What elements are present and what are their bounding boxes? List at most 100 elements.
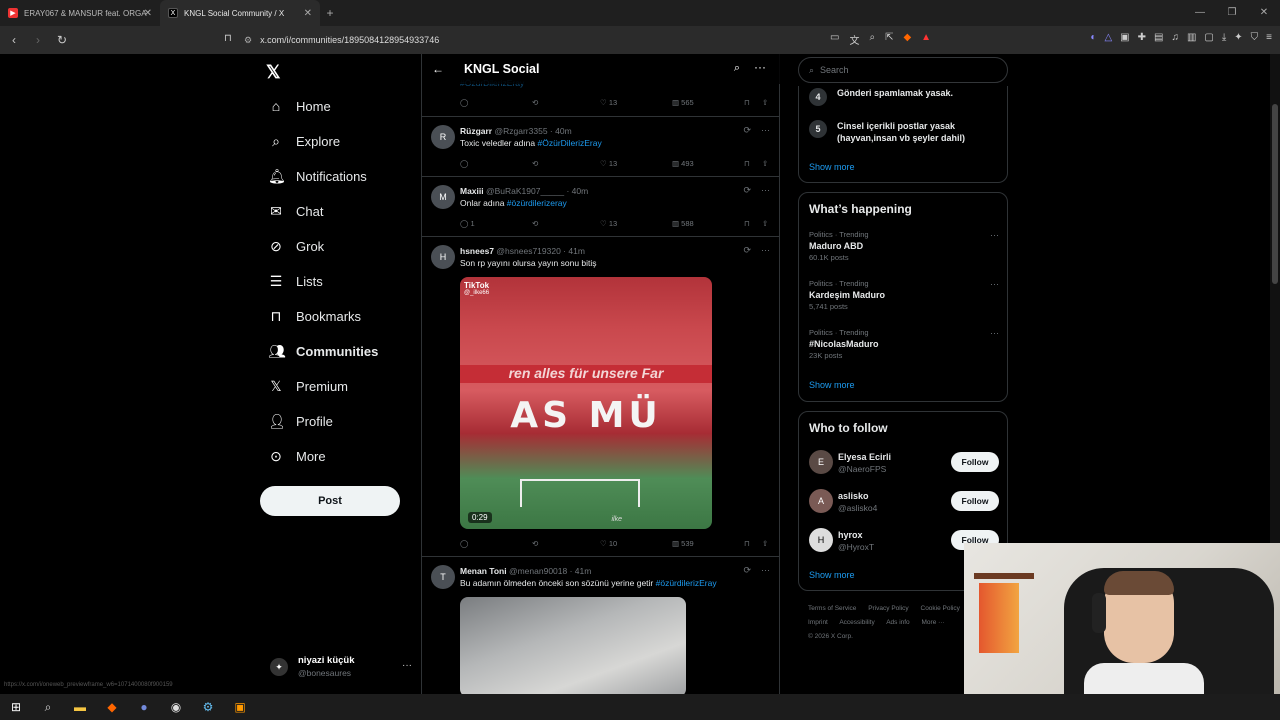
retweet-icon[interactable]: ⟲ (532, 159, 538, 168)
footer-link[interactable]: Imprint (808, 619, 828, 626)
obs-icon[interactable]: ◉ (160, 700, 192, 714)
scrollbar-thumb[interactable] (1272, 104, 1278, 284)
translate-icon[interactable]: 文 (849, 32, 859, 47)
nav-item-grok[interactable]: ⊘ Grok (268, 238, 324, 255)
window-close-icon[interactable]: ✕ (1248, 0, 1280, 26)
restore-icon[interactable]: ❐ (1216, 0, 1248, 26)
reply-icon[interactable]: ◯ 1 (460, 219, 475, 228)
screen-icon[interactable]: ▭ (830, 32, 839, 47)
show-more-link[interactable]: Show more (809, 570, 855, 580)
tweet[interactable]: H hsnees7 @hsnees719320 · 41m ⟳ ··· Son r… (422, 237, 780, 557)
search-icon[interactable]: ⌕ (32, 700, 64, 715)
share-icon[interactable]: ⇧ (762, 159, 768, 168)
nav-item-profile[interactable]: 👤︎ Profile (268, 413, 333, 430)
follow-suggestion[interactable]: A aslisko @aslisko4 Follow (809, 489, 999, 517)
steam-icon[interactable]: ⚙ (192, 700, 224, 714)
nav-item-home[interactable]: ⌂ Home (268, 98, 331, 114)
avatar[interactable]: H (431, 245, 455, 269)
show-more-link[interactable]: Show more (809, 380, 855, 390)
share-icon[interactable]: ⇧ (762, 219, 768, 228)
download-icon[interactable]: ⤓ (1222, 32, 1226, 43)
tweet[interactable]: T Menan Toni @menan90018 · 41m ⟳ ··· Bu a… (422, 557, 780, 694)
close-icon[interactable]: ✕ (144, 8, 152, 19)
more-icon[interactable]: ··· (402, 660, 412, 671)
tweet[interactable]: R Rüzgarr @Rzgarr3355 · 40m ⟳ ··· Toxic v… (422, 117, 780, 177)
nav-item-notifications[interactable]: 🔔︎ Notifications (268, 168, 367, 185)
footer-link[interactable]: Accessibility (839, 619, 874, 626)
forward-icon[interactable]: › (28, 33, 48, 47)
brave-rewards-icon[interactable]: ▲ (921, 32, 931, 47)
more-icon[interactable]: ··· (990, 328, 999, 338)
back-icon[interactable]: ‹ (4, 33, 24, 47)
footer-link[interactable]: Terms of Service (808, 605, 856, 612)
extension-icon[interactable]: ▤ (1154, 32, 1163, 43)
wallet-icon[interactable]: ▢ (1204, 32, 1213, 43)
views-icon[interactable]: ▥ 493 (672, 159, 694, 168)
bookmark-icon[interactable]: ⊓ (744, 98, 750, 107)
brave-browser-icon[interactable]: ◆ (96, 700, 128, 714)
more-icon[interactable]: ··· (761, 125, 770, 136)
music-icon[interactable]: ♫ (1171, 32, 1179, 43)
follow-suggestion[interactable]: E Elyesa Ecirli @NaeroFPS Follow (809, 450, 999, 478)
more-icon[interactable]: ··· (754, 60, 766, 74)
footer-link[interactable]: Privacy Policy (868, 605, 908, 612)
trend-item[interactable]: Politics · Trending Maduro ABD 60.1K pos… (809, 230, 999, 262)
bookmark-icon[interactable]: ⊓ (744, 219, 750, 228)
search-input[interactable]: ⌕ Search (798, 57, 1008, 83)
zoom-icon[interactable]: ⌕ (869, 32, 875, 47)
nav-item-communities[interactable]: 👥︎ Communities (268, 343, 378, 360)
tweet-video[interactable]: TikTok @_ilke66 ren alles für unsere Far … (460, 277, 712, 529)
views-icon[interactable]: ▥ 539 (672, 539, 694, 548)
sidebar-icon[interactable]: ▥ (1187, 32, 1196, 43)
share-icon[interactable]: ⇧ (762, 539, 768, 548)
extension-icon[interactable]: △ (1104, 32, 1112, 43)
site-info-icon[interactable]: ⚙ (244, 35, 252, 46)
windows-start-icon[interactable]: ⊞ (0, 700, 32, 714)
browser-tab-1[interactable]: ▶ ERAY067 & MANSUR feat. ORGA ✕ (0, 0, 160, 26)
extension-icon[interactable]: ▣ (1120, 32, 1129, 43)
like-icon[interactable]: ♡ 13 (600, 159, 617, 168)
tweet-image[interactable] (460, 597, 686, 694)
file-explorer-icon[interactable]: ▬ (64, 700, 96, 714)
grok-icon[interactable]: ⟳ (743, 245, 751, 256)
nav-item-more[interactable]: ⊙ More (268, 448, 326, 465)
trend-item[interactable]: Politics · Trending #NicolasMaduro 23K p… (809, 328, 999, 360)
brave-shield-icon[interactable]: ◆ (903, 32, 911, 47)
leo-icon[interactable]: ✦ (1234, 32, 1242, 43)
search-icon[interactable]: ⌕ (734, 62, 740, 75)
views-icon[interactable]: ▥ 565 (672, 98, 694, 107)
bookmark-page-icon[interactable]: ⊓ (224, 33, 232, 44)
close-icon[interactable]: ✕ (304, 8, 312, 19)
reply-icon[interactable]: ◯ (460, 159, 468, 168)
grok-icon[interactable]: ⟳ (743, 565, 751, 576)
discord-icon[interactable]: ● (128, 700, 160, 714)
bookmark-icon[interactable]: ⊓ (744, 159, 750, 168)
more-icon[interactable]: ··· (761, 245, 770, 256)
more-icon[interactable]: ··· (761, 565, 770, 576)
nav-item-bookmarks[interactable]: ⊓ Bookmarks (268, 308, 362, 325)
app-icon[interactable]: ▣ (224, 700, 256, 714)
reply-icon[interactable]: ◯ (460, 539, 468, 548)
x-logo-icon[interactable]: 𝕏 (266, 62, 281, 83)
like-icon[interactable]: ♡ 13 (600, 219, 617, 228)
nav-item-premium[interactable]: 𝕏 Premium (268, 378, 348, 395)
retweet-icon[interactable]: ⟲ (532, 219, 538, 228)
nav-item-lists[interactable]: ☰ Lists (268, 273, 323, 290)
show-more-link[interactable]: Show more (809, 162, 855, 172)
avatar[interactable]: T (431, 565, 455, 589)
account-switcher[interactable]: ✦ niyazi küçük @bonesaures ··· (270, 654, 420, 680)
reload-icon[interactable]: ↻ (52, 33, 72, 47)
extension-icon[interactable]: ◐ (1090, 32, 1096, 43)
avatar[interactable]: R (431, 125, 455, 149)
like-icon[interactable]: ♡ 13 (600, 98, 617, 107)
minimize-icon[interactable]: — (1184, 0, 1216, 26)
nav-item-chat[interactable]: ✉ Chat (268, 203, 323, 220)
footer-link[interactable]: Ads info (886, 619, 910, 626)
footer-link[interactable]: Cookie Policy (921, 605, 960, 612)
follow-button[interactable]: Follow (951, 452, 999, 472)
grok-icon[interactable]: ⟳ (743, 185, 751, 196)
menu-icon[interactable]: ≡ (1266, 32, 1272, 43)
like-icon[interactable]: ♡ 10 (600, 539, 617, 548)
share-icon[interactable]: ⇱ (885, 32, 893, 47)
retweet-icon[interactable]: ⟲ (532, 539, 538, 548)
